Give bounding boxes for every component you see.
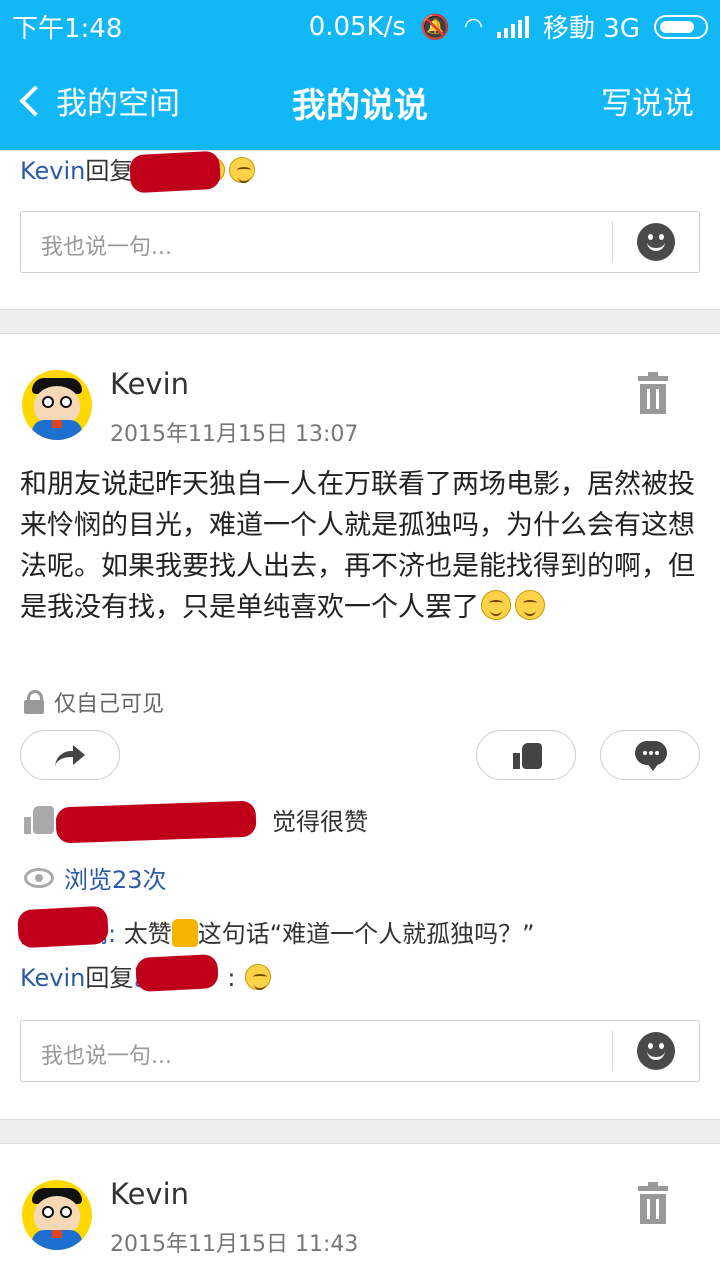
comment-input[interactable]: 我也说一句... (20, 211, 700, 273)
signal-icon (497, 15, 530, 38)
avatar[interactable] (22, 370, 92, 440)
post-card: Kevin 2015年11月15日 11:43 (0, 1143, 720, 1280)
thumbs-up-icon (24, 805, 54, 834)
post-author[interactable]: Kevin (110, 1177, 189, 1211)
redaction-mark (129, 150, 221, 194)
emoji-picker-icon[interactable] (637, 1032, 675, 1070)
status-indicators: 0.05K/s 🔕 ◠ 移動 3G (309, 8, 708, 45)
comment-text: 太赞 (123, 920, 172, 948)
eye-icon (24, 867, 54, 888)
reply-tail: : (227, 964, 236, 992)
comment-bubble-icon (635, 741, 667, 771)
emoji-icon (481, 590, 511, 620)
reply-author-link[interactable]: Kevin (20, 157, 85, 185)
avatar[interactable] (22, 1180, 92, 1250)
emoji-icon (515, 590, 545, 620)
post-author[interactable]: Kevin (110, 367, 189, 401)
view-count: 浏览23次 (24, 860, 167, 895)
like-button[interactable] (476, 730, 576, 780)
status-bar: 下午1:48 0.05K/s 🔕 ◠ 移動 3G (0, 0, 720, 50)
thumbs-up-icon (513, 743, 543, 769)
redaction-mark (55, 800, 257, 844)
divider (612, 1031, 613, 1071)
thumbs-up-emoji-icon (171, 919, 198, 947)
network-speed: 0.05K/s (308, 11, 406, 42)
comment-input[interactable]: 我也说一句... (20, 1020, 700, 1082)
divider (612, 222, 613, 262)
post-timestamp: 2015年11月15日 13:07 (110, 422, 359, 447)
nav-bar: 我的空间 我的说说 写说说 (0, 50, 720, 150)
likes-tail: 觉得很赞 (272, 808, 368, 836)
emoji-icon (245, 964, 272, 990)
carrier-label: 移動 3G (543, 14, 640, 44)
comment-placeholder: 我也说一句... (41, 235, 172, 260)
emoji-picker-icon[interactable] (637, 223, 675, 261)
delete-icon[interactable] (638, 1182, 668, 1224)
lock-icon (24, 690, 44, 714)
delete-icon[interactable] (638, 372, 668, 414)
share-button[interactable] (20, 730, 120, 780)
status-time: 下午1:48 (12, 14, 123, 44)
redaction-mark (17, 905, 109, 949)
privacy-indicator: 仅自己可见 (24, 686, 164, 718)
post-content: 和朋友说起昨天独自一人在万联看了两场电影，居然被投来怜悯的目光，难道一个人就是孤… (20, 464, 700, 628)
reply-author-link[interactable]: Kevin (20, 964, 85, 992)
write-post-button[interactable]: 写说说 (601, 78, 694, 123)
post-card: Kevin 2015年11月15日 13:07 和朋友说起昨天独自一人在万联看了… (0, 333, 720, 1120)
comment-button[interactable] (600, 730, 700, 780)
battery-icon (654, 14, 708, 39)
reply-word: 回复 (85, 964, 134, 992)
views-label[interactable]: 浏览23次 (64, 860, 167, 895)
post-card: Kevin回复余跟: 我也说一句... (0, 150, 720, 310)
emoji-icon (229, 157, 256, 183)
mute-bell-icon: 🔕 (419, 12, 450, 41)
comment-text: 这句话“难道一个人就孤独吗？” (197, 920, 535, 948)
post-text: 和朋友说起昨天独自一人在万联看了两场电影，居然被投来怜悯的目光，难道一个人就是孤… (20, 469, 695, 623)
comment-placeholder: 我也说一句... (41, 1044, 172, 1069)
post-timestamp: 2015年11月15日 11:43 (110, 1232, 359, 1257)
redaction-mark (135, 953, 219, 993)
privacy-label: 仅自己可见 (54, 692, 165, 717)
wifi-icon: ◠ (463, 14, 484, 39)
reply-word: 回复 (85, 157, 134, 185)
share-icon (55, 745, 85, 767)
